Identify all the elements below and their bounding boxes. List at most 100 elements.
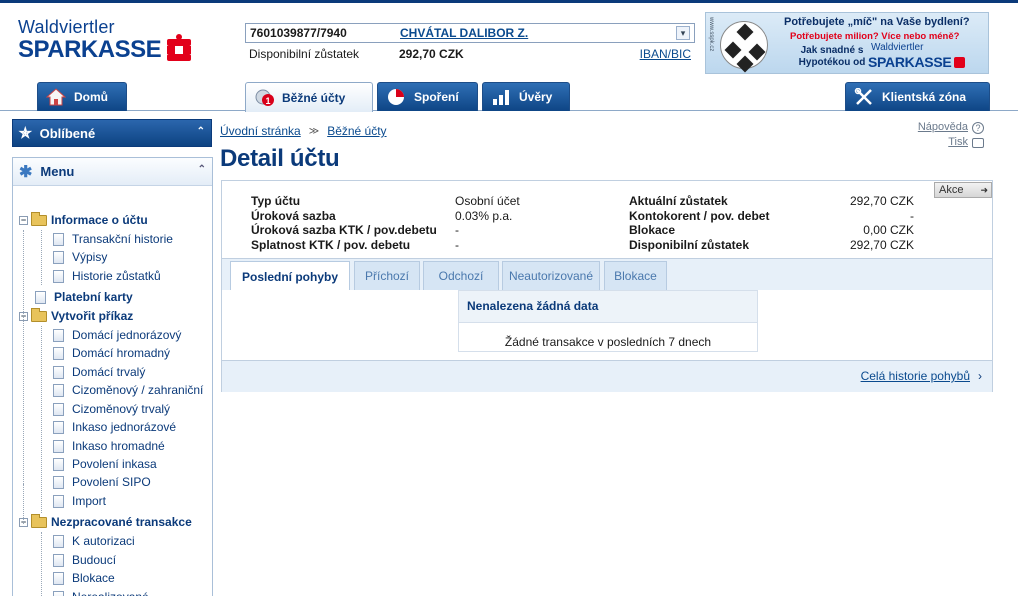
available-balance-label: Disponibilní zůstatek [249, 47, 360, 61]
account-number: 7601039877/7940 [250, 26, 347, 40]
sidebar-item-import[interactable]: Import [53, 494, 106, 508]
sidebar-item-cizomenovy-zahranicni[interactable]: Cizoměnový / zahraniční [53, 383, 203, 397]
sidebar-item-label: Historie zůstatků [72, 269, 161, 283]
tab-home[interactable]: Domů [37, 82, 127, 111]
chevron-up-icon[interactable]: ⌃ [197, 126, 205, 137]
sidebar-item-label: Výpisy [72, 250, 108, 264]
print-link[interactable]: Tisk [948, 135, 968, 150]
collapse-icon[interactable]: − [19, 215, 28, 225]
sidebar-item-platebni-karty[interactable]: Platební karty [35, 290, 133, 304]
tab-loans[interactable]: Úvěry [482, 82, 570, 111]
folder-icon [31, 513, 47, 528]
document-icon [35, 290, 46, 304]
bank-logo[interactable]: Waldviertler SPARKASSE [18, 17, 192, 64]
sidebar-item-povoleni-sipo[interactable]: Povolení SIPO [53, 475, 151, 489]
sidebar-item-k-autorizaci[interactable]: K autorizaci [53, 534, 135, 548]
tab-savings[interactable]: Spoření [377, 82, 478, 111]
logo-line2: SPARKASSE [18, 34, 192, 64]
sidebar-item-label: Informace o účtu [51, 213, 148, 227]
document-icon [53, 457, 64, 471]
puzzle-icon: ✱ [19, 163, 33, 181]
detail-label: Splatnost KTK / pov. debetu [251, 237, 411, 252]
account-owner[interactable]: CHVÁTAL DALIBOR Z. [400, 26, 676, 40]
help-link[interactable]: Nápověda [918, 120, 968, 135]
tree-connector [23, 230, 24, 486]
tab-loans-label: Úvěry [519, 90, 553, 104]
banner-body: Jak snadné s Hypotékou od [798, 45, 866, 68]
tab-content: Nenalezena žádná data Žádné transakce v … [222, 290, 992, 392]
detail-value: - [455, 223, 459, 237]
tree-connector [41, 532, 42, 596]
actions-button[interactable]: Akce ➜ [934, 182, 992, 198]
tab-neautorizovane[interactable]: Neautorizované [502, 261, 600, 290]
sparkasse-s-icon [954, 56, 966, 68]
sidebar-item-label: Domácí hromadný [72, 346, 171, 360]
detail-value: 292,70 CZK [849, 237, 914, 252]
sidebar-item-nezpracovane-transakce[interactable]: − Nezpracované transakce [19, 513, 192, 529]
sidebar-item-domaci-trvaly[interactable]: Domácí trvalý [53, 365, 145, 379]
banner-headline: Potřebujete „míč" na Vaše bydlení? [784, 16, 970, 28]
account-select[interactable]: 7601039877/7940 CHVÁTAL DALIBOR Z. ▾ [245, 23, 695, 43]
sidebar-item-vypisy[interactable]: Výpisy [53, 250, 107, 264]
sidebar-item-label: Blokace [72, 571, 115, 585]
account-info-table: Typ účtu Osobní účet Aktuální zůstatek 292,… [251, 194, 914, 252]
menu-panel-header[interactable]: ✱ Menu ⌃ [13, 158, 212, 186]
coins-badge-icon: 1 [254, 89, 274, 107]
breadcrumb-current-link[interactable]: Běžné účty [327, 124, 386, 138]
detail-label: Úroková sazba KTK / pov.debetu [251, 223, 437, 237]
sidebar-item-nerealizovane[interactable]: Nerealizované [53, 590, 149, 596]
sidebar-item-povoleni-inkasa[interactable]: Povolení inkasa [53, 457, 157, 471]
tab-posledni-pohyby[interactable]: Poslední pohyby [230, 261, 350, 291]
sidebar-item-inkaso-hromadne[interactable]: Inkaso hromadné [53, 439, 165, 453]
document-icon [53, 250, 64, 264]
document-icon [53, 365, 64, 379]
question-icon[interactable]: ? [972, 121, 984, 134]
sidebar-item-label: Povolení inkasa [72, 457, 157, 471]
sidebar-item-blokace[interactable]: Blokace [53, 571, 115, 585]
document-icon [53, 420, 64, 434]
detail-value: - [455, 237, 459, 252]
no-data-header: Nenalezena žádná data [459, 291, 757, 323]
mortgage-banner[interactable]: www.sspk.cz Potřebujete „míč" na Vaše by… [705, 12, 989, 74]
logo-line1: Waldviertler [18, 17, 115, 37]
favorites-panel-header[interactable]: ✯ Oblíbené ⌃ [12, 119, 212, 147]
sidebar-item-cizomenovy-trvaly[interactable]: Cizoměnový trvalý [53, 402, 170, 416]
no-data-box: Nenalezena žádná data Žádné transakce v … [458, 290, 758, 352]
history-footer: Celá historie pohybů › [222, 360, 992, 392]
sidebar-item-domaci-hromadny[interactable]: Domácí hromadný [53, 346, 170, 360]
banner-side-text: www.sspk.cz [708, 17, 714, 52]
detail-value: 0.03% p.a. [455, 208, 513, 223]
tab-blokace[interactable]: Blokace [604, 261, 667, 290]
banner-brand-wordmark: SPARKASSE [868, 54, 952, 70]
sidebar-item-label: Cizoměnový trvalý [72, 402, 171, 416]
no-data-message: Žádné transakce v posledních 7 dnech [504, 335, 712, 349]
sidebar-item-transakcni-historie[interactable]: Transakční historie [53, 232, 173, 246]
breadcrumb-home-link[interactable]: Úvodní stránka [220, 124, 301, 138]
tab-prichozi[interactable]: Příchozí [354, 261, 420, 290]
sidebar-item-historie-zustatku[interactable]: Historie zůstatků [53, 269, 161, 283]
sidebar-item-domaci-jednorazovy[interactable]: Domácí jednorázový [53, 328, 181, 342]
sidebar-item-budouci[interactable]: Budoucí [53, 553, 116, 567]
bar-chart-icon [491, 88, 511, 106]
iban-bic-link[interactable]: IBAN/BIC [640, 47, 691, 61]
sidebar-item-label: Import [72, 494, 107, 508]
chevron-down-icon[interactable]: ▾ [676, 26, 690, 40]
sidebar-item-informace-o-uctu[interactable]: − Informace o účtu [19, 211, 148, 227]
document-icon [53, 494, 64, 508]
tree-connector [41, 326, 42, 513]
tree-connector [23, 484, 24, 524]
sidebar-item-inkaso-jednorazove[interactable]: Inkaso jednorázové [53, 420, 176, 434]
tab-current-accounts[interactable]: 1 Běžné účty [245, 82, 373, 112]
tab-home-label: Domů [74, 90, 108, 104]
chevron-up-icon[interactable]: ⌃ [198, 164, 206, 175]
tab-odchozi[interactable]: Odchozí [423, 261, 499, 290]
pie-chart-icon [386, 88, 406, 106]
tab-client-zone-label: Klientská zóna [882, 90, 967, 104]
sidebar-item-vytvorit-prikaz[interactable]: − Vytvořit příkaz [19, 307, 133, 323]
page-title: Detail účtu [220, 145, 340, 172]
sparkasse-s-icon [167, 34, 192, 61]
full-history-link[interactable]: Celá historie pohybů [861, 369, 970, 383]
printer-icon[interactable] [972, 137, 984, 148]
tab-client-zone[interactable]: Klientská zóna [845, 82, 990, 111]
document-icon [53, 534, 64, 548]
